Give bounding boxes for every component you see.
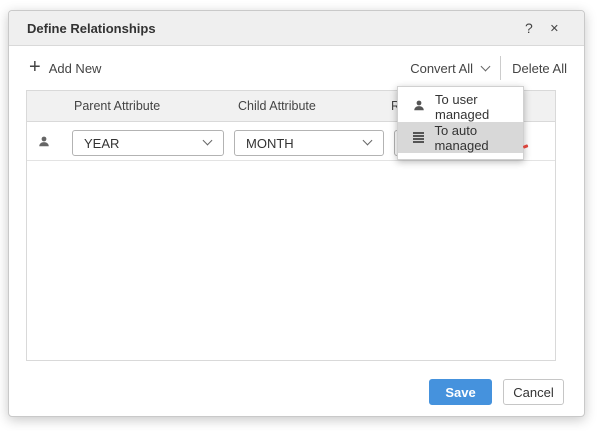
titlebar-icons: ? ✕ <box>525 20 559 36</box>
add-new-button[interactable]: + Add New <box>29 61 101 76</box>
toolbar: + Add New Convert All Delete All <box>9 46 584 90</box>
save-button[interactable]: Save <box>429 379 492 405</box>
user-managed-icon <box>38 135 50 153</box>
dialog-title: Define Relationships <box>27 21 156 36</box>
add-new-label: Add New <box>49 61 102 76</box>
chevron-down-icon <box>363 136 373 146</box>
convert-all-dropdown[interactable]: Convert All <box>410 61 489 76</box>
child-attribute-value: MONTH <box>246 136 294 151</box>
define-relationships-dialog: Define Relationships ? ✕ + Add New Conve… <box>8 10 585 417</box>
parent-attribute-value: YEAR <box>84 136 119 151</box>
chevron-down-icon <box>203 136 213 146</box>
convert-all-label: Convert All <box>410 61 473 76</box>
child-attribute-select[interactable]: MONTH <box>234 130 384 156</box>
delete-all-button[interactable]: Delete All <box>512 61 567 76</box>
user-icon <box>413 99 425 115</box>
menu-item-label: To auto managed <box>434 123 523 153</box>
header-child-attribute: Child Attribute <box>238 99 316 113</box>
close-icon[interactable]: ✕ <box>550 22 559 35</box>
menu-item-to-user-managed[interactable]: To user managed <box>398 91 523 122</box>
header-parent-attribute: Parent Attribute <box>74 99 160 113</box>
cancel-button[interactable]: Cancel <box>503 379 564 405</box>
toolbar-divider <box>500 56 501 80</box>
required-asterisk-fragment <box>523 144 529 148</box>
parent-attribute-select[interactable]: YEAR <box>72 130 224 156</box>
list-icon <box>413 132 424 143</box>
menu-item-to-auto-managed[interactable]: To auto managed <box>398 122 523 153</box>
menu-item-label: To user managed <box>435 92 523 122</box>
dialog-titlebar: Define Relationships ? ✕ <box>9 11 584 46</box>
help-icon[interactable]: ? <box>525 20 533 36</box>
convert-all-menu: To user managed To auto managed <box>397 86 524 160</box>
chevron-down-icon <box>481 62 491 72</box>
plus-icon: + <box>29 60 41 74</box>
